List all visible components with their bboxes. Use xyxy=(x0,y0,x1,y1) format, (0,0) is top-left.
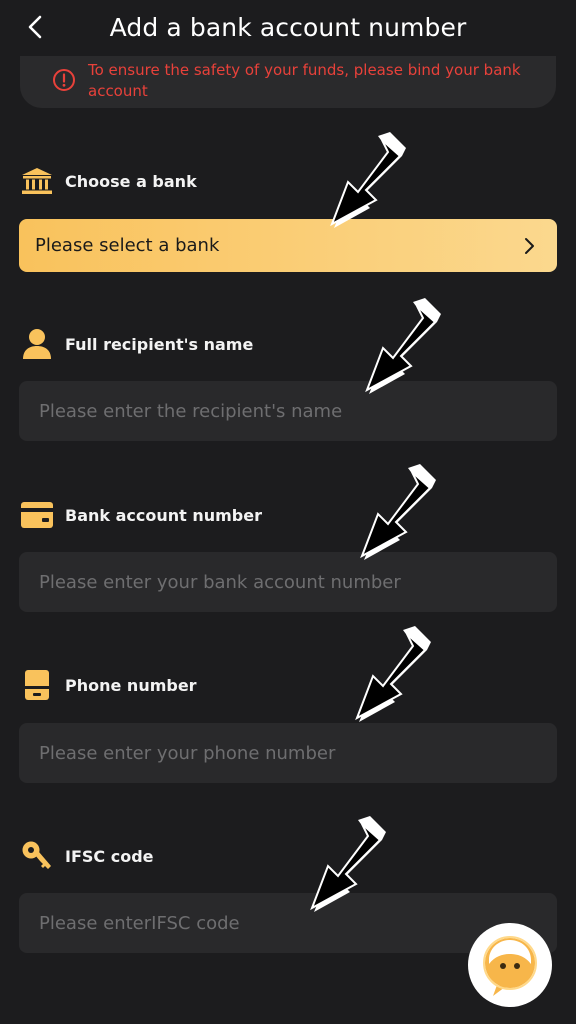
account-label: Bank account number xyxy=(65,505,262,525)
recipient-name-input[interactable] xyxy=(19,381,557,441)
phone-icon xyxy=(20,668,54,702)
pointer-arrow-icon xyxy=(365,298,441,394)
account-label-row: Bank account number xyxy=(20,498,262,532)
chevron-right-icon xyxy=(525,238,534,254)
customer-service-button[interactable] xyxy=(468,923,552,1007)
ifsc-label: IFSC code xyxy=(65,846,154,866)
notice-text: To ensure the safety of your funds, plea… xyxy=(88,61,521,100)
key-icon xyxy=(20,839,54,873)
customer-service-icon xyxy=(483,936,537,996)
phone-label-row: Phone number xyxy=(20,668,197,702)
bank-icon xyxy=(20,164,54,198)
back-button[interactable] xyxy=(18,10,52,44)
page-title: Add a bank account number xyxy=(109,12,467,42)
pointer-arrow-icon xyxy=(330,132,406,228)
pointer-arrow-icon xyxy=(310,816,386,912)
person-icon xyxy=(20,327,54,361)
header-bar: Add a bank account number xyxy=(0,0,576,54)
card-icon xyxy=(20,498,54,532)
alert-circle-icon xyxy=(53,69,75,91)
ifsc-label-row: IFSC code xyxy=(20,839,154,873)
select-bank-button[interactable]: Please select a bank xyxy=(19,219,557,272)
select-bank-text: Please select a bank xyxy=(35,235,220,256)
safety-notice: To ensure the safety of your funds, plea… xyxy=(20,56,556,108)
bank-label-row: Choose a bank xyxy=(20,164,197,198)
pointer-arrow-icon xyxy=(360,464,436,560)
account-number-input[interactable] xyxy=(19,552,557,612)
name-label-row: Full recipient's name xyxy=(20,327,253,361)
pointer-arrow-icon xyxy=(355,626,431,722)
bank-label: Choose a bank xyxy=(65,171,197,191)
phone-label: Phone number xyxy=(65,675,197,695)
chevron-left-icon xyxy=(28,15,42,39)
name-label: Full recipient's name xyxy=(65,334,254,354)
phone-number-input[interactable] xyxy=(19,723,557,783)
